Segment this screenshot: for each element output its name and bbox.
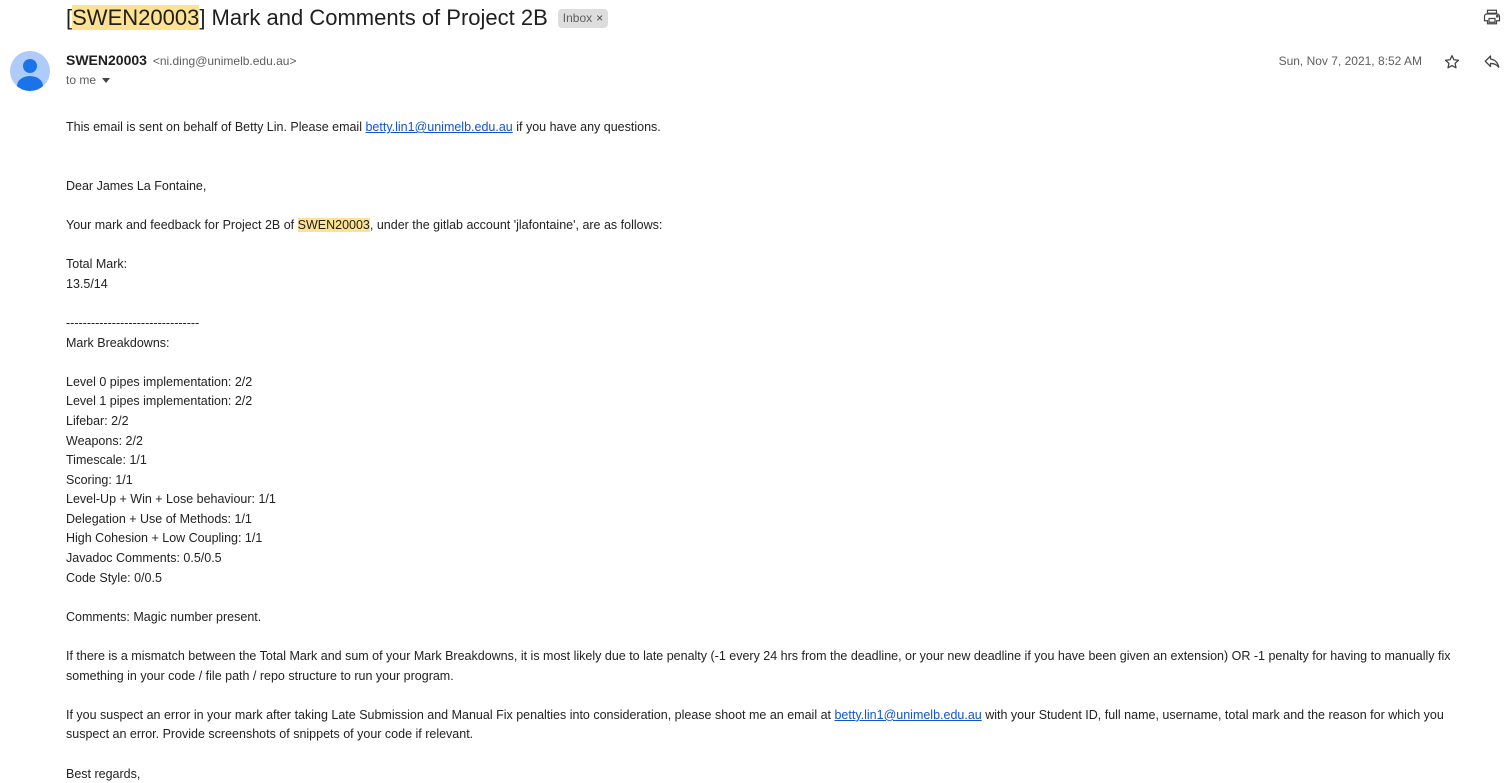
chevron-down-icon[interactable] — [102, 77, 111, 83]
error-paragraph-line1: If you suspect an error in your mark aft… — [66, 706, 1508, 726]
star-icon — [1444, 54, 1460, 69]
breakdown-item: Level 1 pipes implementation: 2/2 — [66, 394, 253, 409]
breakdown-list: Level 0 pipes implementation: 2/2 Level … — [66, 373, 1508, 589]
subject-text: ] Mark and Comments of Project 2B — [199, 5, 548, 30]
remove-label-icon[interactable]: × — [596, 11, 603, 25]
subject-row: [SWEN20003] Mark and Comments of Project… — [66, 3, 609, 33]
breakdown-item: Level-Up + Win + Lose behaviour: 1/1 — [66, 492, 276, 507]
breakdown-item: Javadoc Comments: 0.5/0.5 — [66, 551, 222, 566]
sender-email: <ni.ding@unimelb.edu.au> — [152, 54, 297, 68]
breakdown-item: Delegation + Use of Methods: 1/1 — [66, 511, 252, 526]
email-date: Sun, Nov 7, 2021, 8:52 AM — [1278, 54, 1422, 68]
breakdown-label: Mark Breakdowns: — [66, 335, 170, 350]
contact-email-link[interactable]: betty.lin1@unimelb.edu.au — [365, 120, 512, 134]
email-subject: [SWEN20003] Mark and Comments of Project… — [66, 5, 548, 31]
intro-line: This email is sent on behalf of Betty Li… — [66, 118, 1508, 138]
feedback-text-end: , under the gitlab account 'jlafontaine'… — [369, 217, 663, 232]
closing-line: Best regards, — [66, 766, 141, 781]
star-button[interactable] — [1441, 51, 1463, 73]
error-text-end: with your Student ID, full name, usernam… — [981, 707, 1444, 722]
error-paragraph-line2: suspect an error. Provide screenshots of… — [66, 727, 474, 742]
breakdown-item: Weapons: 2/2 — [66, 433, 143, 448]
reply-button[interactable] — [1481, 51, 1503, 73]
email-view: [SWEN20003] Mark and Comments of Project… — [0, 0, 1512, 783]
intro-text-end: if you have any questions. — [512, 120, 661, 134]
contact-email-link-2[interactable]: betty.lin1@unimelb.edu.au — [834, 708, 981, 722]
sender-line: SWEN20003 <ni.ding@unimelb.edu.au> — [66, 52, 296, 68]
inbox-label-chip[interactable]: Inbox × — [557, 8, 609, 28]
inbox-label-text: Inbox — [562, 11, 593, 25]
total-mark-label: Total Mark: — [66, 257, 128, 272]
breakdown-item: Code Style: 0/0.5 — [66, 570, 162, 585]
feedback-line: Your mark and feedback for Project 2B of… — [66, 216, 1508, 236]
reply-icon — [1484, 55, 1500, 68]
error-text: If you suspect an error in your mark aft… — [66, 707, 835, 722]
sender-avatar[interactable] — [10, 51, 50, 91]
breakdown-item: Lifebar: 2/2 — [66, 413, 129, 428]
breakdown-item: Level 0 pipes implementation: 2/2 — [66, 374, 253, 389]
email-body: This email is sent on behalf of Betty Li… — [66, 118, 1508, 783]
feedback-text: Your mark and feedback for Project 2B of — [66, 217, 298, 232]
breakdown-item: High Cohesion + Low Coupling: 1/1 — [66, 531, 263, 546]
divider-line: -------------------------------- — [66, 315, 200, 330]
total-mark-value: 13.5/14 — [66, 276, 108, 291]
breakdown-item: Scoring: 1/1 — [66, 472, 133, 487]
person-icon — [17, 59, 43, 91]
intro-text: This email is sent on behalf of Betty Li… — [66, 120, 366, 134]
recipient-details-toggle[interactable]: to me — [66, 73, 111, 87]
greeting: Dear James La Fontaine, — [66, 178, 207, 193]
to-me-label: to me — [66, 73, 97, 87]
print-button[interactable] — [1480, 6, 1504, 28]
mismatch-paragraph-line1: If there is a mismatch between the Total… — [66, 649, 1451, 664]
breakdown-item: Timescale: 1/1 — [66, 453, 147, 468]
sender-name[interactable]: SWEN20003 — [66, 52, 147, 68]
comments-line: Comments: Magic number present. — [66, 609, 262, 624]
print-icon — [1483, 9, 1501, 25]
subject-course-code-highlight: SWEN20003 — [72, 5, 200, 30]
mismatch-paragraph-line2: something in your code / file path / rep… — [66, 668, 454, 683]
course-code-highlight: SWEN20003 — [297, 217, 370, 232]
